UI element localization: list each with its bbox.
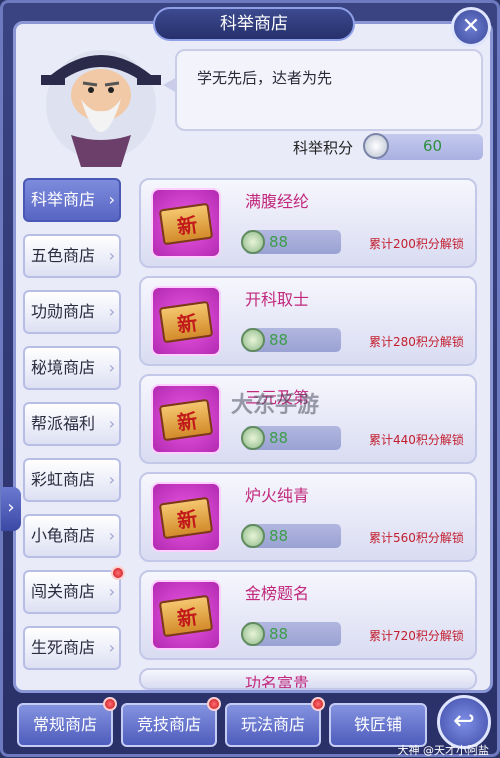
side-tab-label: 科举商店 — [31, 190, 96, 209]
chevron-right-icon: › — [108, 358, 115, 377]
coin-icon — [241, 426, 265, 450]
item-icon: 新 — [151, 482, 221, 552]
side-tab-shengsi[interactable]: 生死商店 › — [23, 626, 121, 670]
item-price: 88 — [269, 331, 289, 349]
side-tab-label: 彩虹商店 — [31, 470, 96, 489]
item-price: 88 — [269, 429, 289, 447]
chevron-right-icon: › — [108, 470, 115, 489]
points-value: 60 — [423, 137, 443, 155]
chevron-right-icon: › — [108, 302, 115, 321]
shop-item[interactable]: 新 金榜题名 88 累计720积分解锁 — [139, 570, 477, 660]
side-tab-label: 闯关商店 — [31, 582, 96, 601]
shop-item[interactable]: 新 开科取士 88 累计280积分解锁 — [139, 276, 477, 366]
item-name: 金榜题名 — [245, 584, 310, 603]
unlock-condition: 累计280积分解锁 — [369, 335, 464, 349]
shop-item[interactable]: 新 满腹经纶 88 累计200积分解锁 — [139, 178, 477, 268]
points-label: 科举积分 — [293, 139, 354, 157]
watermark: 大东手游 — [231, 393, 320, 418]
item-name: 开科取士 — [245, 290, 310, 309]
notification-badge — [103, 697, 117, 711]
side-tab-xiaogui[interactable]: 小龟商店 › — [23, 514, 121, 558]
close-icon: ✕ — [461, 14, 481, 39]
chevron-right-icon: › — [7, 497, 15, 518]
item-price: 88 — [269, 527, 289, 545]
coin-icon — [241, 328, 265, 352]
npc-portrait — [41, 50, 161, 167]
coin-icon — [241, 230, 265, 254]
item-icon: 新 — [151, 580, 221, 650]
close-button[interactable]: ✕ — [451, 7, 491, 47]
side-tab-label: 五色商店 — [31, 246, 96, 265]
shop-window: 科举商店 ✕ 学无先后，达者为先 科举积分 60 科举商店 › 五色商店 › 功勋商… — [0, 0, 500, 757]
npc-speech: 学无先后，达者为先 — [175, 49, 483, 131]
quill-icon — [363, 133, 389, 159]
shop-item[interactable]: 新 炉火纯青 88 累计560积分解锁 — [139, 472, 477, 562]
coin-icon — [241, 622, 265, 646]
notification-badge — [207, 697, 221, 711]
scroll-icon: 新 — [158, 300, 214, 344]
item-price: 88 — [269, 233, 289, 251]
side-tab-label: 小龟商店 — [31, 526, 96, 545]
credit-text: 大神 @天才小阿盐 — [397, 744, 490, 757]
unlock-condition: 累计200积分解锁 — [369, 237, 464, 251]
window-title: 科举商店 — [153, 7, 355, 41]
side-tab-keju[interactable]: 科举商店 › — [23, 178, 121, 222]
side-tab-wuse[interactable]: 五色商店 › — [23, 234, 121, 278]
side-tab-gongxun[interactable]: 功勋商店 › — [23, 290, 121, 334]
back-button[interactable]: ↩ — [437, 695, 491, 749]
side-tab-mijing[interactable]: 秘境商店 › — [23, 346, 121, 390]
scroll-icon: 新 — [158, 398, 214, 442]
expand-arrow-button[interactable]: › — [1, 487, 21, 531]
chevron-right-icon: › — [108, 526, 115, 545]
side-tab-label: 生死商店 — [31, 638, 96, 657]
side-tab-caihong[interactable]: 彩虹商店 › — [23, 458, 121, 502]
side-tab-chuangguan[interactable]: 闯关商店 › — [23, 570, 121, 614]
item-icon: 新 — [151, 384, 221, 454]
item-name: 炉火纯青 — [245, 486, 310, 505]
scroll-icon: 新 — [158, 594, 214, 638]
bottom-tab-regular[interactable]: 常规商店 — [17, 703, 113, 747]
bottom-tab-arena[interactable]: 竞技商店 — [121, 703, 217, 747]
shop-item[interactable]: 功名富贵 — [139, 668, 477, 690]
chevron-right-icon: › — [108, 190, 115, 209]
item-name: 满腹经纶 — [245, 192, 310, 211]
bottom-tab-gameplay[interactable]: 玩法商店 — [225, 703, 321, 747]
notification-badge — [311, 697, 325, 711]
side-tab-label: 秘境商店 — [31, 358, 96, 377]
unlock-condition: 累计560积分解锁 — [369, 531, 464, 545]
item-price: 88 — [269, 625, 289, 643]
bottom-tab-blacksmith[interactable]: 铁匠铺 — [329, 703, 427, 747]
item-icon: 新 — [151, 286, 221, 356]
side-tab-bangpai[interactable]: 帮派福利 › — [23, 402, 121, 446]
side-tab-label: 功勋商店 — [31, 302, 96, 321]
unlock-condition: 累计720积分解锁 — [369, 629, 464, 643]
back-arrow-icon: ↩ — [453, 706, 475, 736]
scroll-icon: 新 — [158, 496, 214, 540]
coin-icon — [241, 524, 265, 548]
item-icon: 新 — [151, 188, 221, 258]
notification-badge — [111, 566, 125, 580]
chevron-right-icon: › — [108, 414, 115, 433]
chevron-right-icon: › — [108, 638, 115, 657]
side-tab-label: 帮派福利 — [31, 414, 96, 433]
unlock-condition: 累计440积分解锁 — [369, 433, 464, 447]
scroll-icon: 新 — [158, 202, 214, 246]
item-name: 功名富贵 — [245, 674, 310, 690]
chevron-right-icon: › — [108, 246, 115, 265]
